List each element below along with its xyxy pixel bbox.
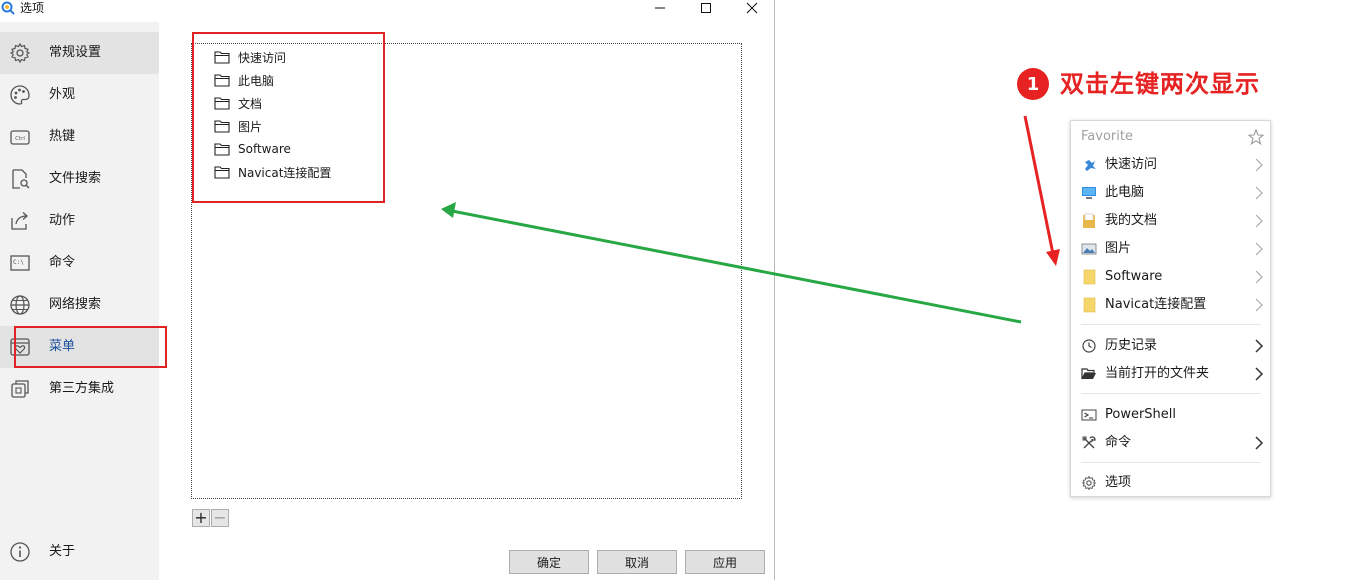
documents-icon [1083, 213, 1095, 228]
menu-separator [1081, 462, 1261, 463]
green-arrow [441, 202, 1022, 324]
menu-item-this-pc[interactable]: 此电脑 [1071, 179, 1270, 207]
step-number-badge: 1 [1017, 68, 1049, 100]
star-icon[interactable] [1248, 129, 1264, 145]
folder-icon [1083, 297, 1096, 313]
chevron-right-icon [1255, 186, 1263, 200]
menu-item-open-folders[interactable]: 当前打开的文件夹 [1071, 360, 1270, 388]
pictures-icon [1081, 243, 1097, 255]
red-arrow [1023, 115, 1060, 266]
chevron-right-icon [1255, 298, 1263, 312]
pin-icon [1085, 160, 1096, 171]
menu-item-commands[interactable]: 命令 [1071, 429, 1270, 457]
chevron-right-icon [1255, 270, 1263, 284]
menu-separator [1081, 324, 1261, 325]
chevron-right-icon [1255, 214, 1263, 228]
menu-item-pictures[interactable]: 图片 [1071, 235, 1270, 263]
menu-item-quick-access[interactable]: 快速访问 [1071, 151, 1270, 179]
chevron-right-icon [1255, 436, 1264, 450]
clock-icon [1082, 339, 1096, 353]
menu-separator [1081, 393, 1261, 394]
menu-item-navicat[interactable]: Navicat连接配置 [1071, 291, 1270, 319]
menu-header-label: Favorite [1081, 129, 1133, 144]
menu-item-options[interactable]: 选项 [1071, 469, 1270, 497]
folder-icon [1083, 269, 1096, 285]
monitor-icon [1082, 187, 1096, 199]
tools-icon [1082, 436, 1096, 449]
gear-icon [1081, 475, 1097, 491]
menu-header: Favorite [1071, 123, 1270, 151]
chevron-right-icon [1255, 339, 1264, 353]
menu-item-software[interactable]: Software [1071, 263, 1270, 291]
menu-item-powershell[interactable]: PowerShell [1071, 401, 1270, 429]
menu-item-my-documents[interactable]: 我的文档 [1071, 207, 1270, 235]
annotation-text: 双击左键两次显示 [1060, 70, 1260, 98]
chevron-right-icon [1255, 242, 1263, 256]
powershell-icon [1081, 409, 1097, 421]
open-folder-icon [1081, 368, 1096, 380]
popup-menu: Favorite 快速访问 此电脑 我的文档 图片 Software Navic… [1070, 120, 1271, 497]
chevron-right-icon [1255, 158, 1263, 172]
chevron-right-icon [1255, 367, 1264, 381]
menu-item-history[interactable]: 历史记录 [1071, 332, 1270, 360]
